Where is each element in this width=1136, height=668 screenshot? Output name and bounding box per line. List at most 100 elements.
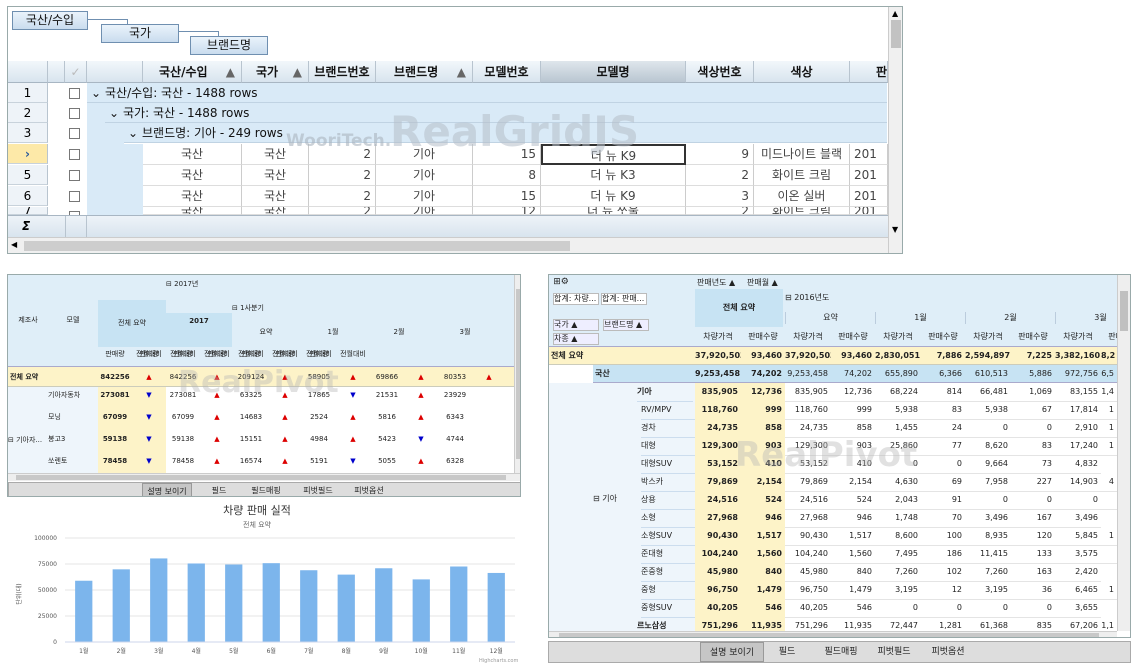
sort-asc-icon[interactable]: ▲ <box>571 334 577 343</box>
year-group-header[interactable]: ⊟ 2017년 <box>166 279 246 289</box>
grid-cell[interactable]: 8 <box>473 165 541 186</box>
tab-field-mapping[interactable]: 필드매핑 <box>241 483 291 496</box>
scroll-left-icon[interactable]: ◀ <box>11 240 17 249</box>
grid-cell[interactable]: 미드나이트 블랙 <box>754 144 850 165</box>
row-checkbox[interactable] <box>69 128 80 139</box>
chevron-down-icon[interactable]: ⌄ <box>128 123 138 143</box>
pivot-right-v-scrollbar[interactable] <box>1117 275 1130 631</box>
column-filter-chip[interactable]: 판매년도 ▲ <box>697 278 745 288</box>
scroll-down-icon[interactable]: ▼ <box>892 225 898 234</box>
header-import[interactable]: 국산/수입 ▲ <box>143 61 242 83</box>
grid-cell[interactable]: 이온 실버 <box>754 186 850 207</box>
header-checkbox-col[interactable]: ✓ <box>65 61 87 83</box>
row-checkbox[interactable] <box>69 108 80 119</box>
chart-bar[interactable] <box>412 579 430 642</box>
grid-cell[interactable]: 2 <box>686 165 754 186</box>
column-filter-chip[interactable]: 판매월 ▲ <box>747 278 795 288</box>
header-country[interactable]: 국가 ▲ <box>242 61 309 83</box>
grid-cell[interactable]: 15 <box>473 186 541 207</box>
tab-pivot-fields[interactable]: 피벗필드 <box>293 483 343 496</box>
group-box-country[interactable]: 국가 <box>101 24 179 43</box>
grid-cell[interactable]: 2 <box>309 186 376 207</box>
chart-bar[interactable] <box>112 569 130 642</box>
pivot-left-h-scrollbar[interactable] <box>8 473 520 481</box>
grid-cell[interactable]: 국산 <box>143 186 242 207</box>
header-color-no[interactable]: 색상번호 <box>686 61 754 83</box>
chevron-down-icon[interactable]: ⌄ <box>109 103 119 123</box>
collapse-icon[interactable]: ⊟ <box>232 304 238 312</box>
maker-label[interactable]: ⊟ 기아자... <box>8 435 48 445</box>
sort-asc-icon[interactable]: ▲ <box>636 320 642 329</box>
header-color[interactable]: 색상 <box>754 61 850 83</box>
grid-cell[interactable]: 기아 <box>376 186 473 207</box>
value-filter-chip[interactable]: 합계: 판매... <box>601 293 647 305</box>
chart-bar[interactable] <box>187 563 205 642</box>
chart-bar[interactable] <box>375 568 393 642</box>
grid-cell[interactable]: 더 뉴 쏘울 <box>541 207 686 215</box>
grid-cell[interactable]: 기아 <box>376 207 473 215</box>
sort-asc-icon[interactable]: ▲ <box>729 278 735 287</box>
sort-asc-icon[interactable]: ▲ <box>293 61 302 83</box>
row-filter-chip[interactable]: 차종 ▲ <box>553 333 599 345</box>
grid-cell[interactable]: 12 <box>473 207 541 215</box>
chart-bar[interactable] <box>225 564 243 642</box>
grid-cell[interactable]: 9 <box>686 144 754 165</box>
chart-bar[interactable] <box>450 566 468 642</box>
value-filter-chip[interactable]: 합계: 차량... <box>553 293 599 305</box>
grid-cell[interactable]: 국산 <box>242 186 309 207</box>
sort-asc-icon[interactable]: ▲ <box>457 61 466 83</box>
grid-cell[interactable]: 2 <box>309 207 376 215</box>
header-model-name[interactable]: 모델명 <box>541 61 686 83</box>
row-checkbox[interactable] <box>69 149 80 160</box>
quarter-header[interactable]: ⊟ 1사분기 <box>232 303 312 313</box>
chart-bar[interactable] <box>337 574 355 642</box>
scroll-up-icon[interactable]: ▲ <box>892 9 898 18</box>
grid-cell[interactable]: 2 <box>309 165 376 186</box>
chart-bar[interactable] <box>75 580 93 642</box>
collapse-icon[interactable]: ⊟ <box>593 494 600 503</box>
grid-cell[interactable]: 더 뉴 K9 <box>541 186 686 207</box>
tab-fields[interactable]: 필드 <box>767 642 807 662</box>
pivot-right-h-scrollbar[interactable] <box>549 631 1117 637</box>
row-checkbox[interactable] <box>69 191 80 202</box>
header-sales[interactable]: 판 <box>850 61 888 83</box>
grid-cell[interactable]: 국산 <box>143 144 242 165</box>
chart-bar[interactable] <box>262 563 280 642</box>
grid-cell[interactable]: 국산 <box>242 207 309 215</box>
sort-asc-icon[interactable]: ▲ <box>226 61 235 83</box>
header-brand-no[interactable]: 브랜드번호 <box>309 61 376 83</box>
header-model-no[interactable]: 모델번호 <box>473 61 541 83</box>
tab-pivot-options[interactable]: 피벗옵션 <box>921 642 975 662</box>
grid-cell[interactable]: 201 <box>850 144 888 165</box>
row-filter-chip[interactable]: 브랜드명 ▲ <box>603 319 649 331</box>
chart-bar[interactable] <box>487 572 505 642</box>
vertical-scrollbar[interactable]: ▲ ▼ <box>888 7 902 253</box>
tab-show-desc[interactable]: 설명 보이기 <box>142 483 192 496</box>
sort-asc-icon[interactable]: ▲ <box>772 278 778 287</box>
grid-cell[interactable]: 더 뉴 K3 <box>541 165 686 186</box>
group-box-brand[interactable]: 브랜드명 <box>190 36 268 55</box>
header-brand-name[interactable]: 브랜드명 ▲ <box>376 61 473 83</box>
year-group-header[interactable]: ⊟ 2016년도 <box>785 293 865 303</box>
collapse-icon[interactable]: ⊟ <box>166 280 172 288</box>
grid-cell[interactable]: 기아 <box>376 165 473 186</box>
sort-asc-icon[interactable]: ▲ <box>571 320 577 329</box>
tab-pivot-options[interactable]: 피벗옵션 <box>344 483 394 496</box>
grid-cell[interactable]: 201 <box>850 207 888 215</box>
chart-bar[interactable] <box>150 558 168 642</box>
grid-cell[interactable]: 국산 <box>143 165 242 186</box>
grid-menu-icon[interactable]: ⊞⚙ <box>551 277 571 287</box>
grid-cell[interactable]: 201 <box>850 165 888 186</box>
grid-cell[interactable]: 2 <box>686 207 754 215</box>
row-filter-chip[interactable]: 국가 ▲ <box>553 319 599 331</box>
tab-show-desc[interactable]: 설명 보이기 <box>700 642 764 662</box>
grid-cell[interactable]: 화이트 크림 <box>754 165 850 186</box>
horizontal-scrollbar[interactable]: ◀ <box>8 237 888 253</box>
tab-pivot-fields[interactable]: 피벗필드 <box>867 642 921 662</box>
group-box-import[interactable]: 국산/수입 <box>12 11 88 30</box>
row-checkbox[interactable] <box>69 170 80 181</box>
collapse-icon[interactable]: ⊟ <box>8 436 14 444</box>
grid-cell[interactable]: 국산 <box>242 165 309 186</box>
grid-cell[interactable]: 국산 <box>143 207 242 215</box>
grid-cell[interactable]: 화이트 크림 <box>754 207 850 215</box>
